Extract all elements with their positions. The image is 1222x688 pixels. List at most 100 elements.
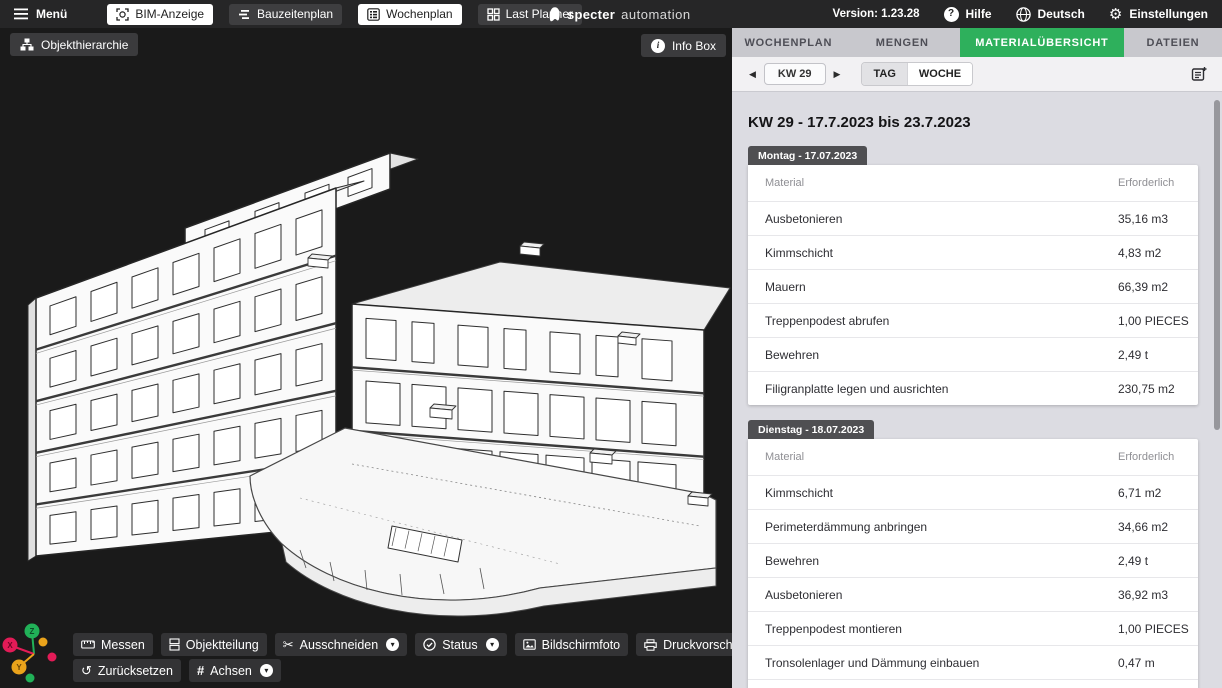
material-name: Kimmschicht: [765, 486, 1118, 500]
help-label: Hilfe: [966, 7, 992, 21]
day-week-toggle: TAG WOCHE: [861, 62, 973, 86]
building-model[interactable]: [0, 28, 732, 688]
material-name: Perimeterdämmung anbringen: [765, 520, 1118, 534]
grid-icon: [487, 8, 500, 21]
material-name: Mauern: [765, 280, 1118, 294]
globe-icon: [1016, 7, 1031, 22]
bim-view-icon: [116, 8, 129, 21]
axis-dot-yellow[interactable]: [39, 638, 48, 647]
top-bar: Menü BIM-Anzeige Bauzeitenplan: [0, 0, 1222, 28]
nav-label: Wochenplan: [386, 7, 453, 21]
axis-y-ball[interactable]: Y: [12, 660, 27, 675]
week-selector-button[interactable]: KW 29: [764, 63, 826, 85]
info-box-button[interactable]: i Info Box: [641, 34, 726, 57]
chevron-down-icon[interactable]: ▾: [386, 638, 399, 651]
axis-dot-red[interactable]: [48, 653, 57, 662]
axis-x-ball[interactable]: X: [3, 638, 18, 653]
previous-week-button[interactable]: ◀: [744, 66, 761, 83]
messen-label: Messen: [101, 638, 145, 652]
objektteilung-button[interactable]: Objektteilung: [161, 633, 267, 656]
brand-suffix: automation: [621, 7, 691, 22]
add-note-button[interactable]: [1191, 66, 1208, 83]
ausschneiden-button[interactable]: ✂ Ausschneiden ▾: [275, 633, 407, 656]
table-body: Ausbetonieren 35,16 m3 Kimmschicht 4,83 …: [748, 201, 1198, 405]
day-badge: Dienstag - 18.07.2023: [748, 420, 874, 439]
day-badge: Montag - 17.07.2023: [748, 146, 867, 165]
required-amount: 230,75 m2: [1118, 382, 1198, 396]
druckvorschau-label: Druckvorschau: [663, 638, 732, 652]
printer-icon: [644, 639, 657, 651]
specter-logo: specter automation: [548, 0, 691, 28]
material-name: Kimmschicht: [765, 246, 1118, 260]
material-row[interactable]: Treppenpodest abrufen 1,00 PIECES: [748, 303, 1198, 337]
menu-label: Menü: [36, 7, 67, 21]
required-amount: 66,39 m2: [1118, 280, 1198, 294]
axis-z-ball[interactable]: Z: [25, 624, 40, 639]
zuruecksetzen-button[interactable]: ↺ Zurücksetzen: [73, 659, 181, 682]
material-row[interactable]: Bewehren 2,49 t: [748, 337, 1198, 371]
chevron-down-icon[interactable]: ▾: [260, 664, 273, 677]
svg-text:Z: Z: [30, 627, 35, 636]
language-button[interactable]: Deutsch: [1016, 7, 1085, 22]
tab-mengen[interactable]: MENGEN: [845, 28, 960, 57]
nav-bauzeitenplan[interactable]: Bauzeitenplan: [229, 4, 342, 25]
table-header-row: Material Erforderlich: [748, 439, 1198, 475]
nav-wochenplan[interactable]: Wochenplan: [358, 4, 462, 25]
material-row[interactable]: Tronsolenlager und Dämmung einbauen 0,47…: [748, 645, 1198, 679]
material-row[interactable]: Mauern 66,39 m2: [748, 269, 1198, 303]
bim-3d-viewport[interactable]: Objekthierarchie i Info Box Z X Y: [0, 28, 732, 688]
required-amount: 2,49 t: [1118, 554, 1198, 568]
reset-icon: ↺: [81, 664, 92, 677]
split-object-icon: [169, 638, 180, 651]
messen-button[interactable]: Messen: [73, 633, 153, 656]
tab-wochenplan[interactable]: WOCHENPLAN: [732, 28, 845, 57]
toggle-woche[interactable]: WOCHE: [907, 63, 972, 85]
material-row[interactable]: Kimmschicht 4,83 m2: [748, 235, 1198, 269]
achsen-button[interactable]: # Achsen ▾: [189, 659, 281, 682]
tab-materialuebersicht[interactable]: MATERIALÜBERSICHT: [960, 28, 1124, 57]
material-row[interactable]: Treppenpodest montieren 1,00 PIECES: [748, 611, 1198, 645]
material-row[interactable]: Ausbetonieren 36,92 m3: [748, 577, 1198, 611]
top-bar-right: Version: 1.23.28 ? Hilfe Deutsch ⚙ Einst…: [833, 0, 1208, 28]
material-row[interactable]: Filigranplatte legen und ausrichten 230,…: [748, 371, 1198, 405]
next-week-button[interactable]: ▶: [829, 66, 846, 83]
viewport-toolbar-row1: Messen Objektteilung ✂ Ausschneiden ▾: [73, 633, 732, 656]
material-row[interactable]: Filigranplatte legen und ausrichten 230,…: [748, 679, 1198, 688]
toggle-tag[interactable]: TAG: [862, 63, 906, 85]
help-button[interactable]: ? Hilfe: [944, 7, 992, 22]
status-button[interactable]: Status ▾: [415, 633, 506, 656]
object-hierarchy-button[interactable]: Objekthierarchie: [10, 33, 138, 56]
day-sections: Montag - 17.07.2023 Material Erforderlic…: [748, 146, 1198, 688]
tab-dateien[interactable]: DATEIEN: [1124, 28, 1222, 57]
panel-tabs: WOCHENPLAN MENGEN MATERIALÜBERSICHT DATE…: [732, 28, 1222, 57]
material-row[interactable]: Bewehren 2,49 t: [748, 543, 1198, 577]
nav-bim-anzeige[interactable]: BIM-Anzeige: [107, 4, 213, 25]
settings-button[interactable]: ⚙ Einstellungen: [1109, 7, 1208, 22]
chevron-down-icon[interactable]: ▾: [486, 638, 499, 651]
material-name: Treppenpodest abrufen: [765, 314, 1118, 328]
hierarchy-icon: [20, 38, 34, 51]
required-amount: 34,66 m2: [1118, 520, 1198, 534]
material-row[interactable]: Ausbetonieren 35,16 m3: [748, 201, 1198, 235]
panel-scrollbar[interactable]: [1214, 100, 1220, 430]
material-name: Filigranplatte legen und ausrichten: [765, 382, 1118, 396]
druckvorschau-button[interactable]: Druckvorschau ▾: [636, 633, 732, 656]
table-header-row: Material Erforderlich: [748, 165, 1198, 201]
axis-dot-green[interactable]: [26, 674, 35, 683]
axes-grid-icon: #: [197, 664, 204, 677]
nav-label: BIM-Anzeige: [135, 7, 204, 21]
screenshot-icon: [523, 639, 536, 650]
column-header-material: Material: [765, 451, 1118, 463]
svg-text:Y: Y: [16, 663, 22, 672]
version-label: Version: 1.23.28: [833, 8, 920, 20]
ruler-icon: [81, 640, 95, 649]
material-row[interactable]: Perimeterdämmung anbringen 34,66 m2: [748, 509, 1198, 543]
menu-button[interactable]: Menü: [14, 7, 67, 21]
required-amount: 6,71 m2: [1118, 486, 1198, 500]
material-row[interactable]: Kimmschicht 6,71 m2: [748, 475, 1198, 509]
required-amount: 36,92 m3: [1118, 588, 1198, 602]
day-section: Montag - 17.07.2023 Material Erforderlic…: [748, 146, 1198, 405]
axis-gizmo[interactable]: Z X Y: [0, 616, 72, 688]
bildschirmfoto-button[interactable]: Bildschirmfoto: [515, 633, 629, 656]
material-name: Treppenpodest montieren: [765, 622, 1118, 636]
